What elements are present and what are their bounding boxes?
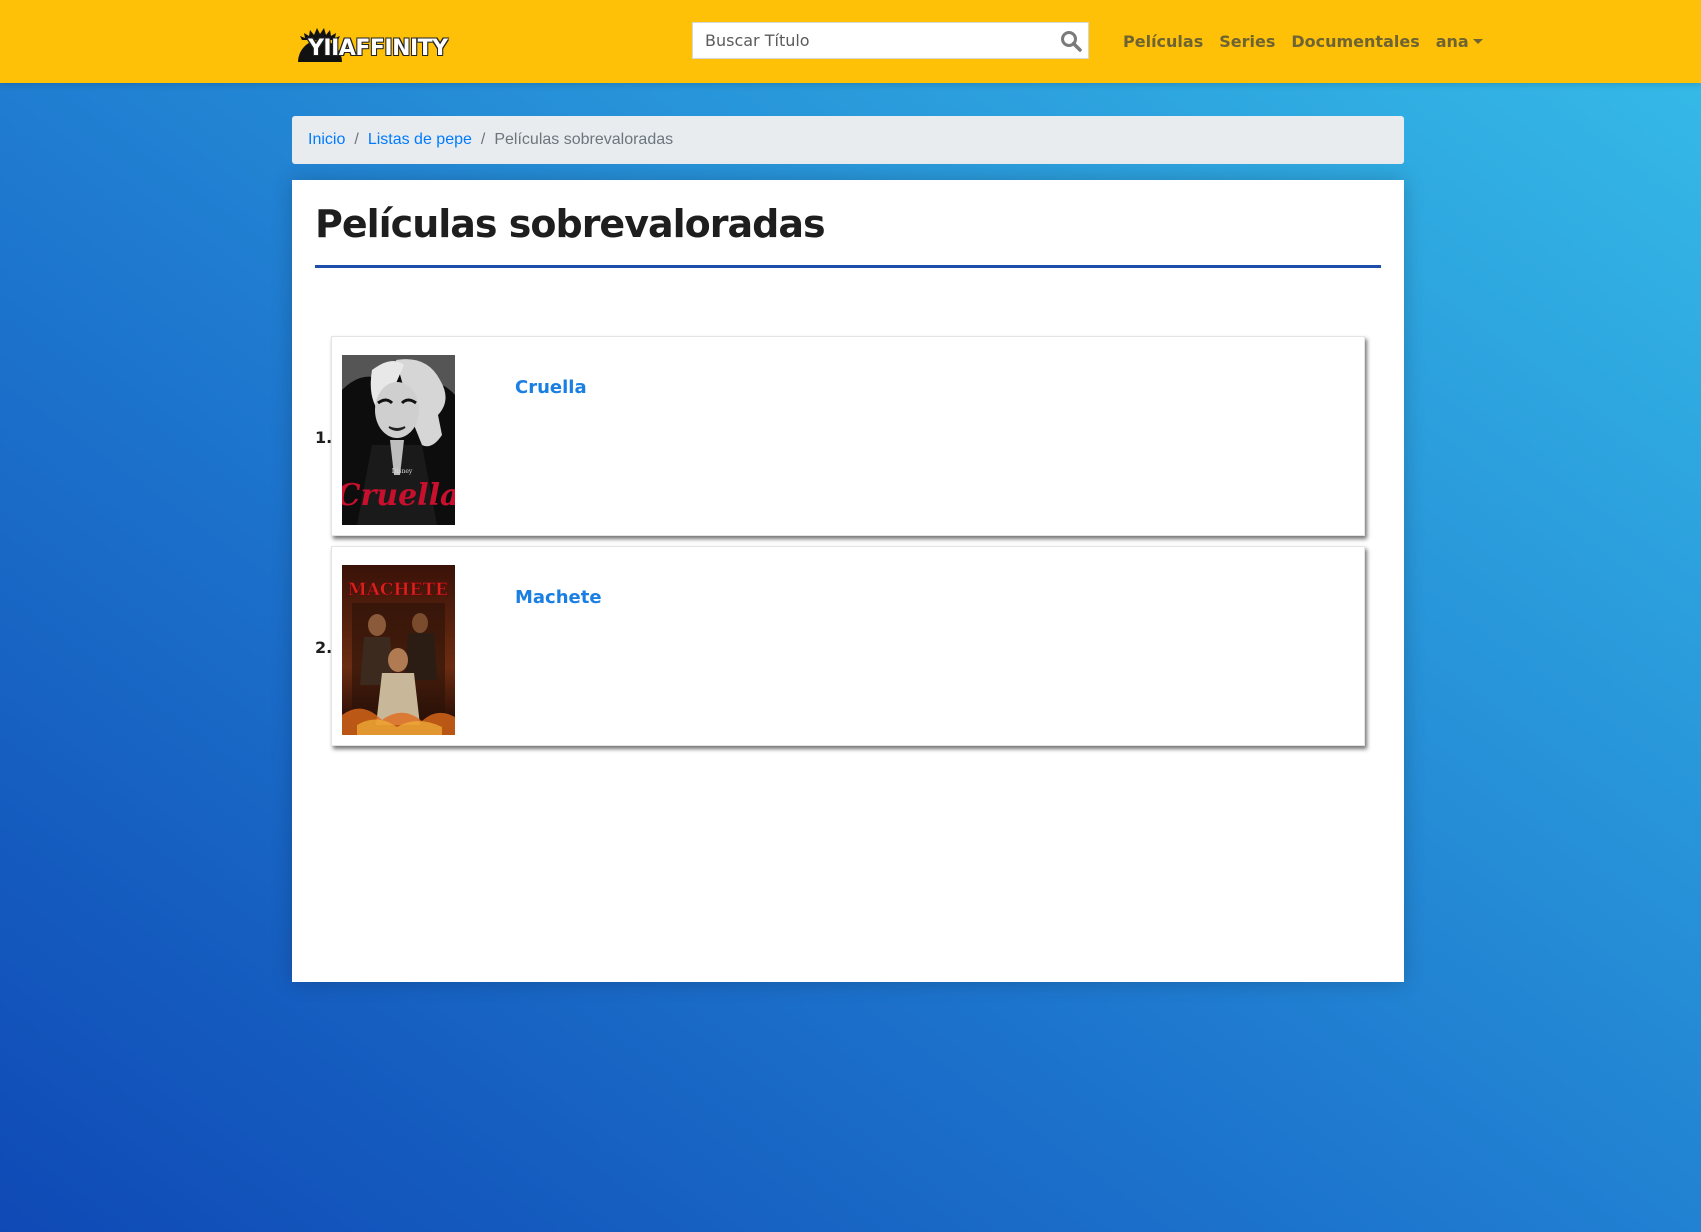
machete-poster-image: MACHETE xyxy=(342,565,455,735)
user-menu-toggle[interactable]: ana xyxy=(1436,32,1483,51)
poster-title-text: Cruella xyxy=(342,478,455,513)
poster-title-text: MACHETE xyxy=(348,580,448,600)
poster-brand-text: Disney xyxy=(392,468,413,475)
search-icon[interactable] xyxy=(1060,30,1082,52)
user-name: ana xyxy=(1435,31,1469,51)
breadcrumb-inicio[interactable]: Inicio xyxy=(308,131,345,149)
title-divider xyxy=(315,265,1381,268)
cruella-poster-image: Disney Cruella xyxy=(342,355,455,525)
brand-name: YIIAFFINITY xyxy=(308,36,448,61)
movie-poster[interactable]: MACHETE xyxy=(342,565,455,735)
breadcrumb: Inicio / Listas de pepe / Películas sobr… xyxy=(292,116,1404,164)
movie-title-link[interactable]: Cruella xyxy=(515,377,587,398)
movie-poster[interactable]: Disney Cruella xyxy=(342,355,455,525)
breadcrumb-separator: / xyxy=(354,131,359,148)
breadcrumb-current: Películas sobrevaloradas xyxy=(494,131,674,148)
movie-title-link[interactable]: Machete xyxy=(515,587,602,608)
main-nav: Películas Series Documentales ana xyxy=(1123,28,1483,54)
nav-series[interactable]: Series xyxy=(1219,32,1275,51)
list-panel: Películas sobrevaloradas 1. Disney Cruel… xyxy=(292,180,1404,982)
list-item: Disney Cruella Cruella xyxy=(331,336,1365,536)
search-input[interactable] xyxy=(693,23,1055,58)
list-item: MACHETE Machete xyxy=(331,546,1365,746)
top-navbar: YIIAFFINITY Películas Series Documentale… xyxy=(0,0,1701,83)
chevron-down-icon xyxy=(1472,38,1483,44)
breadcrumb-separator: / xyxy=(480,131,486,148)
nav-peliculas[interactable]: Películas xyxy=(1123,32,1203,51)
brand-logo[interactable]: YIIAFFINITY xyxy=(296,18,448,64)
rank-number: 1. xyxy=(315,428,333,447)
search-box xyxy=(692,22,1089,59)
page-title: Películas sobrevaloradas xyxy=(315,202,826,246)
nav-documentales[interactable]: Documentales xyxy=(1291,32,1419,51)
rank-number: 2. xyxy=(315,638,333,657)
breadcrumb-listas[interactable]: Listas de pepe xyxy=(368,131,472,149)
